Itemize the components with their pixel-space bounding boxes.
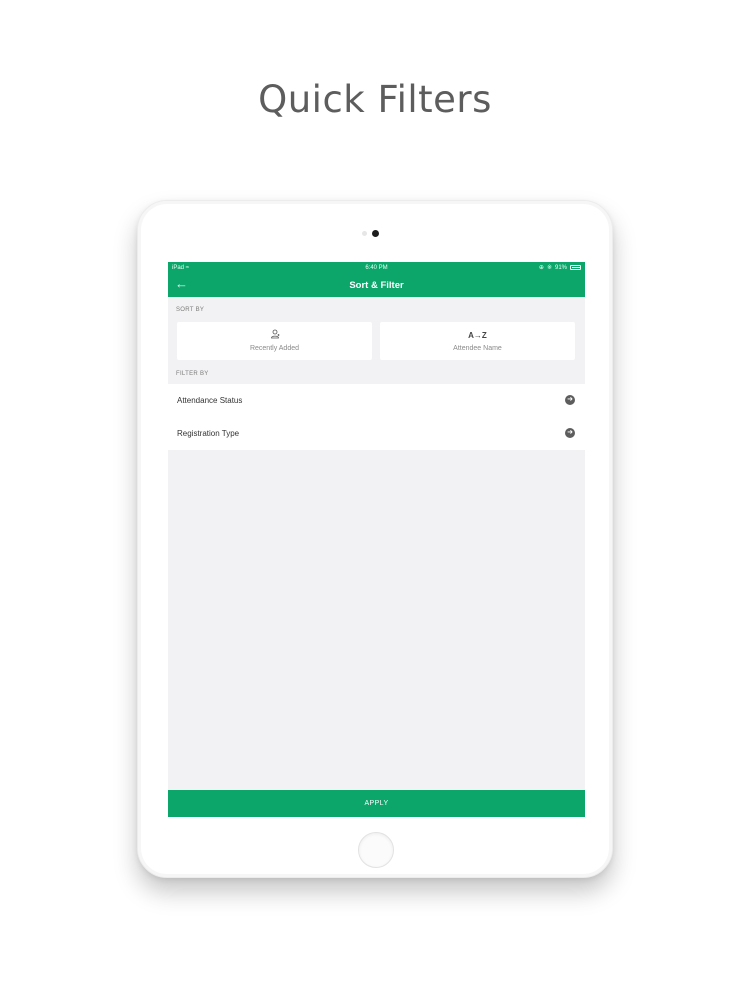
sort-option-recently-added[interactable]: Recently Added <box>177 322 372 360</box>
page: Quick Filters iPad ≈ 6:40 PM ⊕ ※ 91% ← S… <box>0 0 750 1000</box>
filter-by-label: FILTER BY <box>176 371 209 377</box>
nav-bar: ← Sort & Filter <box>168 274 585 297</box>
person-add-icon <box>177 329 372 341</box>
headline: Quick Filters <box>258 78 492 121</box>
alphabetical-sort-icon: A→Z <box>468 331 487 340</box>
apply-button[interactable]: APPLY <box>168 790 585 817</box>
bluetooth-icon: ※ <box>546 265 552 271</box>
sort-by-label: SORT BY <box>176 307 205 313</box>
status-time: 6:40 PM <box>365 265 388 271</box>
filter-item-label: Attendance Status <box>177 396 243 405</box>
home-button[interactable] <box>358 832 394 868</box>
nav-title: Sort & Filter <box>349 280 404 291</box>
app-screen: iPad ≈ 6:40 PM ⊕ ※ 91% ← Sort & Filter S… <box>168 262 585 817</box>
battery-percent: 91% <box>554 264 567 271</box>
front-camera <box>372 230 379 237</box>
arrow-right-circle-icon: ➜ <box>565 395 575 405</box>
ipad-device: iPad ≈ 6:40 PM ⊕ ※ 91% ← Sort & Filter S… <box>137 200 613 878</box>
sort-option-label: Attendee Name <box>453 345 502 352</box>
filter-list: Attendance Status ➜ Registration Type ➜ <box>168 384 585 450</box>
sort-option-label: Recently Added <box>249 345 300 352</box>
status-bar: iPad ≈ 6:40 PM ⊕ ※ 91% <box>168 262 585 274</box>
status-right: ⊕ ※ 91% <box>539 264 581 271</box>
sensor-dot <box>362 231 367 236</box>
filter-item-attendance-status[interactable]: Attendance Status ➜ <box>168 384 585 417</box>
sort-option-attendee-name[interactable]: A→Z Attendee Name <box>380 322 575 360</box>
arrow-right-circle-icon: ➜ <box>565 428 575 438</box>
filter-item-registration-type[interactable]: Registration Type ➜ <box>168 417 585 450</box>
filter-item-label: Registration Type <box>177 429 240 438</box>
location-icon: ⊕ <box>538 265 544 271</box>
battery-icon <box>570 265 581 270</box>
